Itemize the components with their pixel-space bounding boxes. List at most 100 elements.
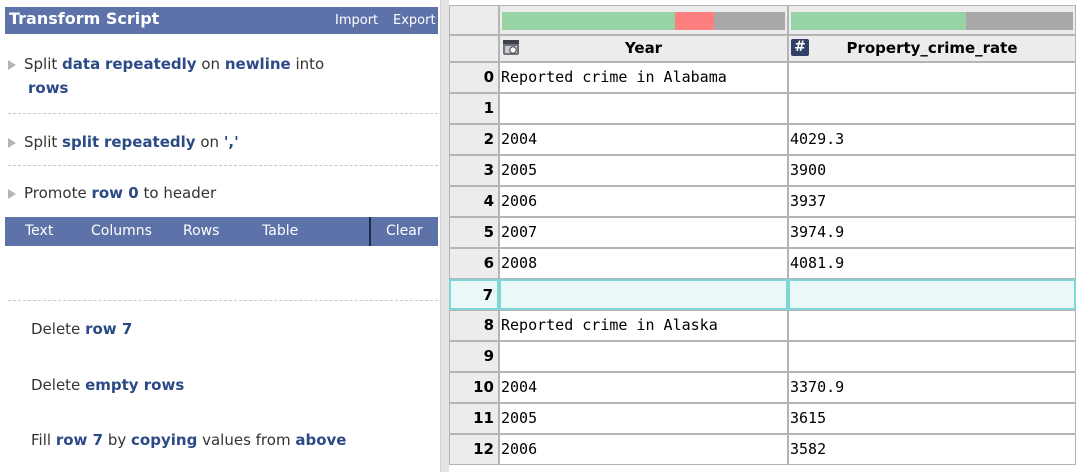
suggestion-tab-bar: Text Columns Rows Table Clear xyxy=(5,217,438,246)
step-param: row 0 xyxy=(91,184,139,202)
table-cell-property-crime-rate[interactable] xyxy=(788,310,1076,341)
script-title-bar: Transform Script Import Export xyxy=(5,7,438,34)
script-step-promote-header[interactable]: Promote row 0 to header xyxy=(8,181,428,205)
row-index[interactable]: 5 xyxy=(449,217,499,248)
suggestion-fill-row[interactable]: Fill row 7 by copying values from above xyxy=(31,431,346,449)
row-index[interactable]: 9 xyxy=(449,341,499,372)
expand-triangle-icon[interactable] xyxy=(8,59,16,70)
table-cell-year[interactable] xyxy=(499,279,788,310)
step-verb: Split xyxy=(24,55,58,73)
step-separator xyxy=(8,165,438,166)
data-quality-bar[interactable] xyxy=(791,12,1073,30)
step-param: rows xyxy=(28,79,69,97)
suggestion-text: by xyxy=(107,431,127,449)
step-param: split xyxy=(62,133,100,151)
quality-invalid-segment[interactable] xyxy=(674,12,715,30)
clear-button[interactable]: Clear xyxy=(386,223,423,239)
table-cell-property-crime-rate[interactable]: 4029.3 xyxy=(788,124,1076,155)
table-cell-property-crime-rate[interactable]: 3937 xyxy=(788,186,1076,217)
table-cell-year[interactable]: 2004 xyxy=(499,124,788,155)
row-index[interactable]: 1 xyxy=(449,93,499,124)
step-param: repeatedly xyxy=(103,133,196,151)
suggestion-param: row 7 xyxy=(85,320,133,338)
table-cell-year[interactable] xyxy=(499,341,788,372)
row-index[interactable]: 10 xyxy=(449,372,499,403)
table-cell-year[interactable]: 2004 xyxy=(499,372,788,403)
row-index[interactable]: 7 xyxy=(449,279,499,310)
expand-triangle-icon[interactable] xyxy=(8,137,16,148)
row-index[interactable]: 3 xyxy=(449,155,499,186)
table-cell-year[interactable]: 2006 xyxy=(499,434,788,465)
panel-splitter[interactable] xyxy=(440,0,449,472)
panel-title: Transform Script xyxy=(9,9,160,28)
suggestion-verb: Delete xyxy=(31,376,81,394)
quality-missing-segment[interactable] xyxy=(965,12,1073,30)
suggestion-separator xyxy=(8,300,438,301)
table-cell-property-crime-rate[interactable] xyxy=(788,62,1076,93)
table-cell-property-crime-rate[interactable]: 4081.9 xyxy=(788,248,1076,279)
row-index[interactable]: 2 xyxy=(449,124,499,155)
suggestion-param: empty rows xyxy=(85,376,185,394)
table-cell-property-crime-rate[interactable]: 3370.9 xyxy=(788,372,1076,403)
script-step-split-rows[interactable]: Split data repeatedly on newline into ro… xyxy=(8,52,428,100)
corner-cell xyxy=(449,35,499,62)
table-cell-year[interactable]: Reported crime in Alabama xyxy=(499,62,788,93)
column-header-property_crime_rate[interactable]: # Property_crime_rate xyxy=(788,35,1076,62)
row-index[interactable]: 0 xyxy=(449,62,499,93)
step-verb: Promote xyxy=(24,184,87,202)
table-cell-property-crime-rate[interactable]: 3900 xyxy=(788,155,1076,186)
expand-triangle-icon[interactable] xyxy=(8,188,16,199)
suggestion-delete-row[interactable]: Delete row 7 xyxy=(31,320,132,338)
row-index[interactable]: 4 xyxy=(449,186,499,217)
table-cell-property-crime-rate[interactable] xyxy=(788,93,1076,124)
table-cell-year[interactable]: 2006 xyxy=(499,186,788,217)
table-cell-property-crime-rate[interactable]: 3615 xyxy=(788,403,1076,434)
table-cell-year[interactable]: 2007 xyxy=(499,217,788,248)
suggestion-param: copying xyxy=(131,431,198,449)
step-param: repeatedly xyxy=(104,55,197,73)
tab-columns[interactable]: Columns xyxy=(91,223,152,239)
script-step-split-comma[interactable]: Split split repeatedly on ',' xyxy=(8,130,428,154)
row-index[interactable]: 8 xyxy=(449,310,499,341)
table-cell-year[interactable]: 2005 xyxy=(499,155,788,186)
quality-valid-segment[interactable] xyxy=(502,12,675,30)
date-type-icon[interactable] xyxy=(502,39,520,56)
quality-missing-segment[interactable] xyxy=(714,12,785,30)
step-verb: Split xyxy=(24,133,58,151)
table-cell-year[interactable]: 2008 xyxy=(499,248,788,279)
tab-rows[interactable]: Rows xyxy=(183,223,219,239)
suggestion-param: above xyxy=(295,431,347,449)
column-header-year[interactable]: Year xyxy=(499,35,788,62)
suggestion-text: values from xyxy=(202,431,291,449)
quality-valid-segment[interactable] xyxy=(791,12,966,30)
export-link[interactable]: Export xyxy=(393,13,436,28)
column-name: Year xyxy=(624,39,663,57)
table-cell-property-crime-rate[interactable] xyxy=(788,341,1076,372)
row-index[interactable]: 12 xyxy=(449,434,499,465)
column-quality-cell xyxy=(788,5,1076,35)
row-index[interactable]: 6 xyxy=(449,248,499,279)
tab-text[interactable]: Text xyxy=(25,223,53,239)
suggestion-verb: Delete xyxy=(31,320,81,338)
table-cell-year[interactable]: 2005 xyxy=(499,403,788,434)
data-quality-bar[interactable] xyxy=(502,12,785,30)
table-cell-property-crime-rate[interactable] xyxy=(788,279,1076,310)
step-text: on xyxy=(200,133,220,151)
step-param: data xyxy=(62,55,101,73)
column-name: Property_crime_rate xyxy=(846,39,1018,57)
suggestion-param: row 7 xyxy=(55,431,104,449)
table-cell-year[interactable] xyxy=(499,93,788,124)
table-cell-property-crime-rate[interactable]: 3582 xyxy=(788,434,1076,465)
tab-divider xyxy=(369,217,371,246)
row-index[interactable]: 11 xyxy=(449,403,499,434)
corner-cell xyxy=(449,5,499,35)
column-quality-cell xyxy=(499,5,788,35)
step-param: ',' xyxy=(223,133,239,151)
transform-script-panel: Transform Script Import Export Split dat… xyxy=(0,0,440,472)
number-type-icon[interactable]: # xyxy=(791,39,809,56)
table-cell-property-crime-rate[interactable]: 3974.9 xyxy=(788,217,1076,248)
table-cell-year[interactable]: Reported crime in Alaska xyxy=(499,310,788,341)
suggestion-delete-empty-rows[interactable]: Delete empty rows xyxy=(31,376,184,394)
import-link[interactable]: Import xyxy=(335,13,378,28)
tab-table[interactable]: Table xyxy=(262,223,298,239)
